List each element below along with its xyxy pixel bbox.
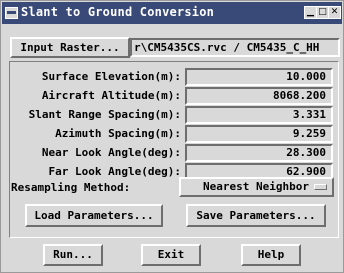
param-label: Surface Elevation(m):	[41, 70, 181, 83]
save-parameters-button[interactable]: Save Parameters...	[186, 204, 326, 227]
slant-to-ground-dialog: Slant to Ground Conversion ▁ □ ✕ Input R…	[0, 0, 344, 273]
option-menu-indicator-icon	[314, 184, 327, 190]
param-label: Aircraft Altitude(m):	[41, 89, 181, 102]
param-value-field[interactable]: 28.300	[185, 144, 333, 162]
param-value-field[interactable]: 3.331	[185, 106, 333, 124]
resampling-method-select[interactable]: Nearest Neighbor	[179, 177, 334, 197]
exit-button[interactable]: Exit	[141, 244, 201, 266]
param-label: Near Look Angle(deg):	[41, 146, 181, 159]
param-label: Azimuth Spacing(m):	[55, 127, 181, 140]
title-bar[interactable]: Slant to Ground Conversion ▁ □ ✕	[2, 2, 342, 24]
param-value-field[interactable]: 8068.200	[185, 87, 333, 105]
load-parameters-button[interactable]: Load Parameters...	[25, 204, 163, 227]
resampling-method-label: Resampling Method:	[11, 181, 131, 194]
system-menu-icon[interactable]	[5, 7, 18, 19]
param-value-field[interactable]: 10.000	[185, 68, 333, 86]
param-label: Far Look Angle(deg):	[48, 165, 181, 178]
close-icon[interactable]: ✕	[328, 6, 341, 19]
input-raster-path: r\CM5435CS.rvc / CM5435_C_HH	[130, 38, 340, 57]
resampling-method-value: Nearest Neighbor	[203, 180, 309, 193]
param-label: Slant Range Spacing(m):	[28, 108, 181, 121]
param-value-field[interactable]: 9.259	[185, 125, 333, 143]
input-raster-button[interactable]: Input Raster...	[10, 37, 130, 58]
help-button[interactable]: Help	[241, 244, 301, 266]
run-button[interactable]: Run...	[43, 244, 103, 266]
window-title: Slant to Ground Conversion	[21, 5, 215, 19]
